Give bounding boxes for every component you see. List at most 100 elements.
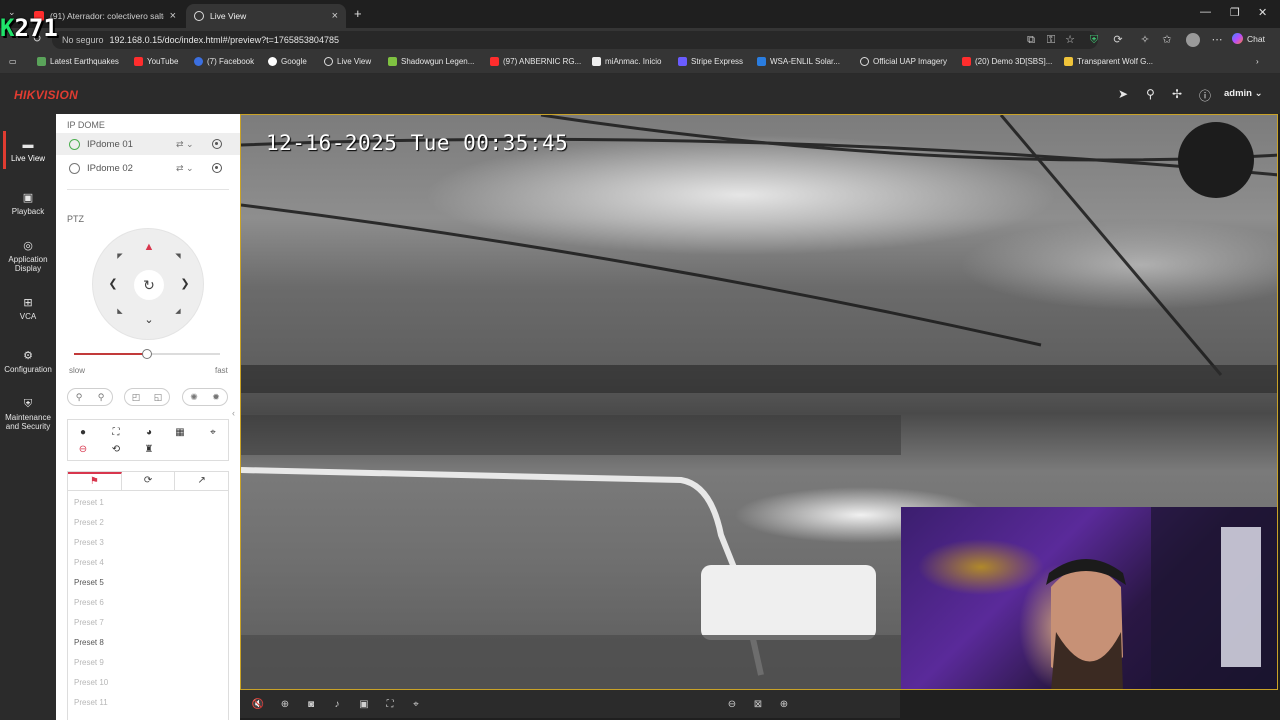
previous-icon[interactable]: ⊖ — [725, 698, 739, 712]
preset-item[interactable]: Preset 3 — [74, 538, 104, 547]
nav-vca[interactable]: ⊞ VCA — [0, 297, 56, 321]
bookmark-anbernic[interactable]: (97) ANBERNIC RG... — [490, 57, 581, 66]
preset-item[interactable]: Preset 6 — [74, 598, 104, 607]
focus-far-icon[interactable]: ◱ — [154, 392, 163, 403]
preset-item[interactable]: Preset 11 — [74, 698, 108, 707]
bookmark-wsa-enlil[interactable]: WSA-ENLIL Solar... — [757, 57, 840, 66]
nav-playback[interactable]: ▣ Playback — [0, 192, 56, 216]
maximize-window-icon[interactable]: ❐ — [1230, 6, 1240, 19]
bookmark-shadowgun[interactable]: Shadowgun Legen... — [388, 57, 474, 66]
record-video-icon[interactable]: ▣ — [357, 698, 371, 712]
iris-close-icon[interactable]: ✺ — [190, 392, 198, 403]
light-icon[interactable]: ● — [76, 426, 90, 440]
ptz-direction-wheel[interactable]: ▲ ⌄ ❮ ❯ ◤ ◥ ◣ ◢ ↻ — [92, 228, 204, 340]
pan-up-arrow-icon[interactable]: ▲ — [142, 241, 156, 253]
pan-left-arrow-icon[interactable]: ❮ — [106, 277, 120, 290]
bookmark-transparent-wolf[interactable]: Transparent Wolf G... — [1064, 57, 1153, 66]
camera-item-ipdome-01[interactable]: IPdome 01 ⇄ ⌄ — [56, 133, 240, 155]
live-video-feed[interactable]: 12-16-2025 Tue 00:35:45 — [240, 114, 1278, 690]
info-icon[interactable]: ⓘ — [1199, 87, 1211, 104]
new-tab-button[interactable]: + — [354, 6, 362, 21]
search-icon[interactable]: ⚲ — [1146, 87, 1155, 101]
zoom-out-icon[interactable]: ⚲ — [76, 392, 83, 403]
bookmark-mianmac[interactable]: miAnmac. Inicio — [592, 57, 661, 66]
camera-item-ipdome-02[interactable]: IPdome 02 ⇄ ⌄ — [56, 157, 240, 179]
more-menu-icon[interactable]: ⋯ — [1210, 33, 1224, 47]
nav-maintenance-security[interactable]: ⛨ Maintenance and Security — [0, 398, 56, 431]
bookmark-stripe-express[interactable]: Stripe Express — [678, 57, 743, 66]
pan-right-arrow-icon[interactable]: ❯ — [178, 277, 192, 290]
pan-down-right-arrow-icon[interactable]: ◢ — [173, 307, 183, 315]
user-menu[interactable]: admin ⌄ — [1224, 88, 1263, 99]
tab-patterns[interactable]: ↗ — [175, 472, 228, 490]
zoom-in-icon[interactable]: ⚲ — [98, 392, 105, 403]
region-focus-icon[interactable]: ⌖ — [409, 698, 423, 712]
wiper-icon[interactable]: ◕ — [142, 426, 156, 440]
bookmark-star-icon[interactable]: ☆ — [1063, 33, 1077, 47]
digital-zoom-icon[interactable]: ⊕ — [278, 698, 292, 712]
bookmark-live-view[interactable]: Live View — [324, 57, 371, 66]
mute-icon[interactable]: 🔇 — [251, 698, 265, 712]
zoom-search-icon[interactable]: ⊖ — [76, 443, 90, 457]
collapse-panel-icon[interactable]: ‹ — [232, 408, 240, 422]
next-icon[interactable]: ⊕ — [777, 698, 791, 712]
preset-item[interactable]: Preset 2 — [74, 518, 104, 527]
iris-open-icon[interactable]: ✹ — [212, 392, 220, 403]
grid-layout-icon[interactable]: ▦ — [173, 426, 187, 440]
preset-item[interactable]: Preset 10 — [74, 678, 108, 687]
auto-pan-button[interactable]: ↻ — [134, 270, 164, 300]
close-tab-icon[interactable]: × — [170, 10, 176, 22]
region-exposure-icon[interactable]: ⛶ — [383, 698, 397, 712]
preset-item[interactable]: Preset 8 — [74, 638, 104, 647]
bookmark-uap-imagery[interactable]: Official UAP Imagery — [860, 57, 947, 66]
stream-settings-icon[interactable]: ⇄ ⌄ — [176, 139, 194, 150]
one-touch-patrol-icon[interactable]: ⟲ — [109, 443, 123, 457]
bookmark-youtube[interactable]: YouTube — [134, 57, 178, 66]
shield-extension-icon[interactable]: ⛨ — [1087, 33, 1101, 47]
capture-camera-icon[interactable]: ◙ — [304, 698, 318, 712]
bookmark-latest-earthquakes[interactable]: Latest Earthquakes — [37, 57, 119, 66]
3d-positioning-icon[interactable]: ⌖ — [206, 426, 220, 440]
key-icon[interactable]: ⚿ — [1044, 33, 1058, 47]
address-bar[interactable]: No seguro 192.168.0.15/doc/index.html#/p… — [52, 31, 1098, 49]
send-icon[interactable]: ➤ — [1118, 87, 1128, 101]
pan-down-arrow-icon[interactable]: ⌄ — [142, 313, 156, 326]
preset-item[interactable]: Preset 7 — [74, 618, 104, 627]
minimize-window-icon[interactable]: — — [1200, 6, 1211, 18]
preset-item[interactable]: Preset 1 — [74, 498, 104, 507]
profile-avatar-icon[interactable] — [1186, 33, 1200, 47]
preset-item[interactable]: Preset 5 — [74, 578, 104, 587]
pan-up-right-arrow-icon[interactable]: ◥ — [173, 252, 183, 260]
nav-configuration[interactable]: ⚙ Configuration — [0, 350, 56, 374]
bookmarks-overflow-icon[interactable]: › — [1256, 57, 1259, 66]
bookmark-demo-3d[interactable]: (20) Demo 3D[SBS]... — [962, 57, 1052, 66]
preset-item[interactable]: Preset 9 — [74, 658, 104, 667]
ptz-speed-slider[interactable] — [74, 349, 220, 359]
favorites-icon[interactable]: ✩ — [1160, 33, 1174, 47]
close-tab-icon[interactable]: × — [332, 10, 338, 22]
record-icon[interactable] — [212, 163, 222, 173]
tab-presets[interactable]: ⚑ — [68, 472, 122, 490]
close-window-icon[interactable]: ⊠ — [751, 698, 765, 712]
copilot-chat-button[interactable]: Chat — [1232, 33, 1265, 44]
bookmarks-menu-icon[interactable]: ▭ — [9, 57, 17, 66]
region-focus-icon[interactable]: ⛶ — [109, 426, 123, 440]
nav-live-view[interactable]: ▬ Live View — [0, 131, 56, 169]
not-secure-label[interactable]: No seguro — [62, 35, 104, 45]
speed-slider-handle[interactable] — [142, 349, 152, 359]
translate-icon[interactable]: ⧉ — [1024, 33, 1038, 47]
manual-tracking-icon[interactable]: ♜ — [142, 443, 156, 457]
tab-patrols[interactable]: ⟳ — [122, 472, 176, 490]
focus-near-icon[interactable]: ◰ — [132, 392, 141, 403]
browser-tab-live-view[interactable]: Live View × — [186, 4, 346, 28]
preset-item[interactable]: Preset 4 — [74, 558, 104, 567]
record-icon[interactable] — [212, 139, 222, 149]
stream-settings-icon[interactable]: ⇄ ⌄ — [176, 163, 194, 174]
refresh-extension-icon[interactable]: ⟳ — [1111, 33, 1125, 47]
nav-application-display[interactable]: ◎ Application Display — [0, 240, 56, 273]
bookmark-google[interactable]: Google — [268, 57, 307, 66]
plugin-icon[interactable]: ✢ — [1172, 87, 1182, 101]
microphone-icon[interactable]: ♪ — [330, 698, 344, 712]
pan-down-left-arrow-icon[interactable]: ◣ — [115, 307, 125, 315]
close-window-icon[interactable]: ✕ — [1258, 6, 1267, 19]
